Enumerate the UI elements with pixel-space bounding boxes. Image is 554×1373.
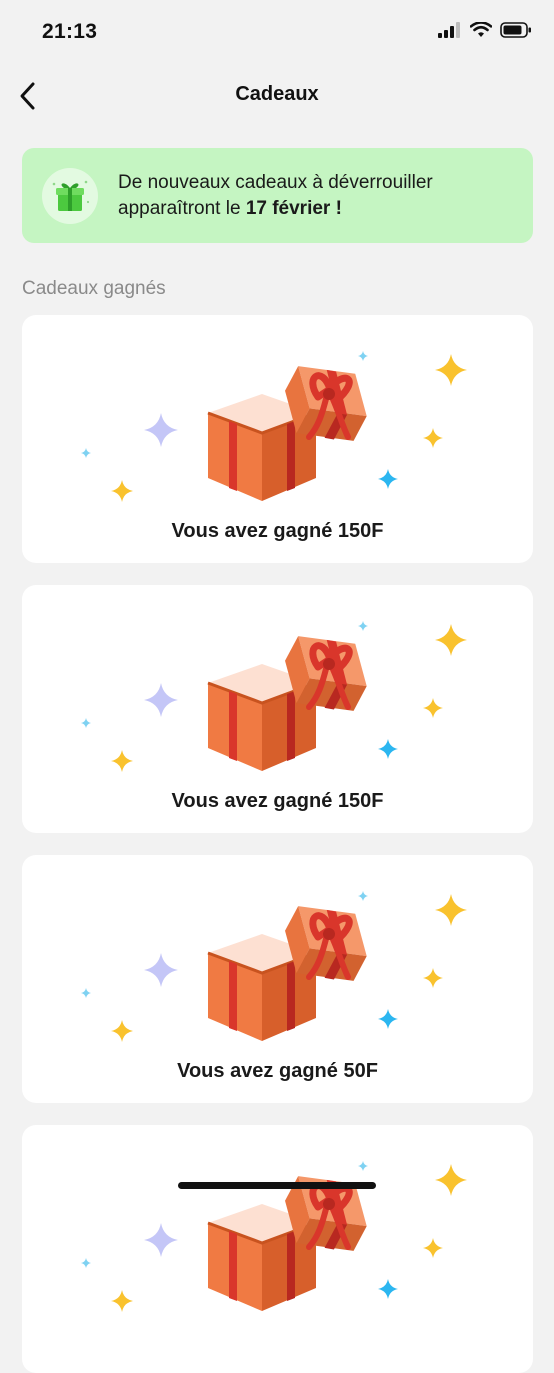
gift-label: Vous avez gagné 150F (171, 790, 384, 812)
nav-bar: Cadeaux (0, 66, 554, 126)
banner-line-1: De nouveaux cadeaux à déverrouiller (118, 172, 433, 193)
banner-icon-circle (42, 168, 98, 224)
banner-date: 17 février (245, 198, 331, 219)
banner-message: De nouveaux cadeaux à déverrouiller appa… (118, 170, 433, 222)
gift-card[interactable] (22, 1125, 533, 1373)
gift-card[interactable]: Vous avez gagné 150F (22, 585, 533, 833)
status-time: 21:13 (42, 20, 98, 43)
status-icons (438, 22, 532, 38)
gift-icon (52, 180, 90, 211)
battery-icon (500, 22, 531, 38)
banner-line-2: apparaîtront le 17 février ! (118, 196, 433, 222)
home-indicator[interactable] (178, 1182, 376, 1189)
gift-label: Vous avez gagné 150F (171, 520, 384, 542)
wifi-icon (470, 22, 492, 37)
gift-card[interactable]: Vous avez gagné 50F (22, 855, 533, 1103)
section-title-won-gifts: Cadeaux gagnés (22, 278, 166, 299)
gift-label: Vous avez gagné 50F (177, 1060, 378, 1082)
cellular-signal-icon (438, 22, 460, 38)
banner-line-2-prefix: apparaîtront le (118, 198, 246, 219)
open-gift-box-illustration (22, 585, 533, 785)
open-gift-box-illustration (22, 1125, 533, 1325)
page-title: Cadeaux (235, 83, 319, 105)
status-bar: 21:13 (0, 0, 554, 66)
open-gift-box-illustration (22, 855, 533, 1055)
unlock-info-banner: De nouveaux cadeaux à déverrouiller appa… (22, 148, 533, 243)
banner-line-2-suffix: ! (330, 198, 342, 219)
gift-card[interactable]: Vous avez gagné 150F (22, 315, 533, 563)
open-gift-box-illustration (22, 315, 533, 515)
